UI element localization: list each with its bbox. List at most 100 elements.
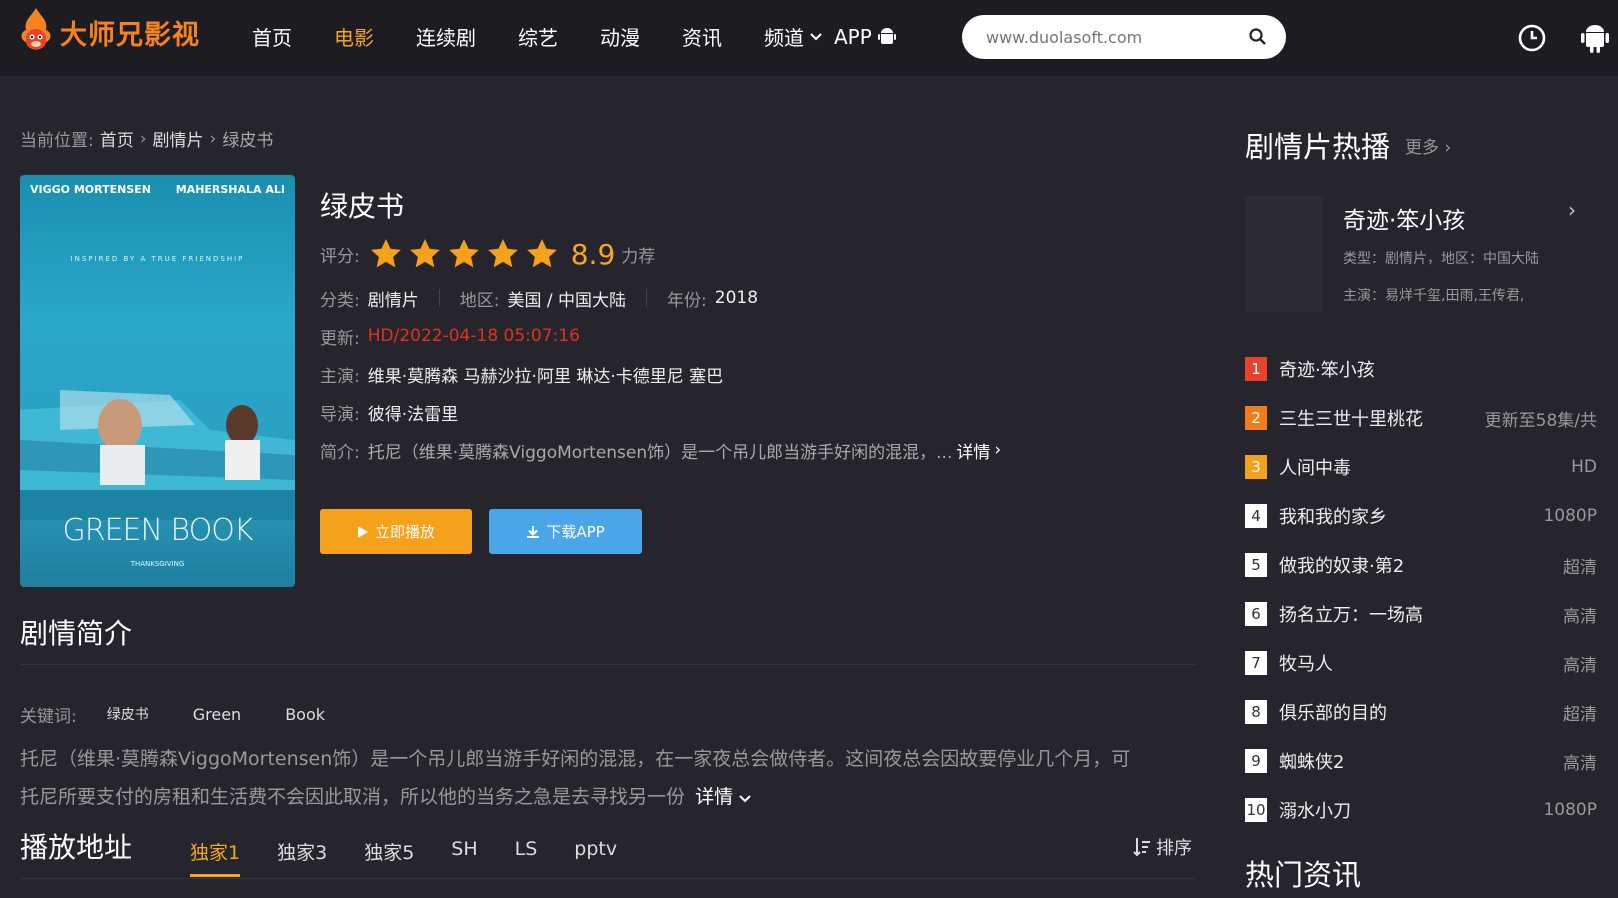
star-icon [487,239,518,268]
download-app-label: 下载APP [546,523,605,541]
breadcrumb-sep-icon: › [209,128,217,149]
search-input[interactable] [986,15,1236,59]
rank-item[interactable]: 6 扬名立万：一场高 高清 [1245,601,1597,627]
plot-section-title: 剧情简介 [20,617,133,650]
nav-home[interactable]: 首页 [252,22,292,51]
rank-number: 4 [1245,504,1267,528]
rating-score: 8.9 [570,237,616,271]
rank-item[interactable]: 10 溺水小刀 1080P [1245,797,1597,823]
breadcrumb: 当前位置: 首页 › 剧情片 › 绿皮书 [20,126,279,152]
plot-detail-link[interactable]: 详情 [695,786,733,808]
monkey-logo-icon [21,8,51,50]
nav-channel[interactable]: 频道 [764,22,822,51]
region-value[interactable]: 美国 / 中国大陆 [507,286,626,311]
year-value[interactable]: 2018 [715,288,758,308]
keywords-label: 关键词: [20,706,77,727]
source-tabs: 独家1 独家3 独家5 SH LS pptv [190,838,654,877]
rank-item[interactable]: 3 人间中毒 HD [1245,454,1597,480]
rating-row: 评分: 8.9 力荐 [320,237,1200,271]
tab-source[interactable]: SH [451,838,477,865]
year-label: 年份: [667,290,707,311]
hot-news-title: 热门资讯 [1245,858,1362,892]
intro-label: 简介: [320,442,360,463]
region-label: 地区: [459,290,500,311]
search-icon[interactable] [1248,27,1268,47]
nav-app[interactable]: APP [834,25,896,49]
rank-number: 7 [1245,651,1267,675]
movie-title: 绿皮书 [320,190,405,223]
play-now-button[interactable]: 立即播放 [320,509,472,554]
keyword-tag[interactable]: Green [179,701,255,728]
star-icon [526,239,557,268]
star-icon [409,239,440,268]
tab-source[interactable]: 独家5 [364,838,414,865]
section-divider [20,664,1195,665]
rank-status: 高清 [1563,606,1597,627]
nav-anime[interactable]: 动漫 [600,22,640,51]
rank-item[interactable]: 9 蜘蛛侠2 高清 [1245,748,1597,774]
site-logo[interactable]: 大师兄影视 [16,6,200,58]
tab-source[interactable]: 独家1 [190,838,241,877]
rank-item[interactable]: 4 我和我的家乡 1080P [1245,503,1597,529]
download-icon [527,525,540,538]
nav-movie[interactable]: 电影 [334,22,374,51]
director-row: 导演: 彼得·法雷里 [320,393,1200,431]
nav-variety[interactable]: 综艺 [518,22,558,51]
logo-text: 大师兄影视 [60,19,200,51]
nav-series[interactable]: 连续剧 [416,22,476,51]
meta-divider [646,289,648,307]
intro-detail-link[interactable]: 详情 [956,438,990,463]
tab-source[interactable]: pptv [574,838,617,865]
rank-title: 蜘蛛侠2 [1279,752,1345,773]
keyword-tag[interactable]: Book [271,701,339,728]
star-icon [448,239,479,268]
rank-number: 2 [1245,406,1267,430]
tab-source[interactable]: 独家3 [277,838,327,865]
nav-app-label: APP [834,24,872,49]
rank-status: 超清 [1563,704,1597,725]
rank-item[interactable]: 8 俱乐部的目的 超清 [1245,699,1597,725]
plot-line: 托尼（维果·莫腾森ViggoMortensen饰）是一个吊儿郎当游手好闲的混混，… [20,748,1131,770]
breadcrumb-category[interactable]: 剧情片 [153,126,204,151]
plot-text: 托尼（维果·莫腾森ViggoMortensen饰）是一个吊儿郎当游手好闲的混混，… [20,740,1200,816]
poster-sub: THANKSGIVING [130,560,185,568]
rank-status: 高清 [1563,655,1597,676]
download-app-button[interactable]: 下载APP [489,509,642,554]
rank-status: 更新至58集/共 [1484,410,1597,431]
rank-item[interactable]: 7 牧马人 高清 [1245,650,1597,676]
rank-item[interactable]: 1 奇迹·笨小孩 [1245,356,1597,382]
cast-value[interactable]: 维果·莫腾森 马赫沙拉·阿里 琳达·卡德里尼 塞巴 [368,362,723,387]
sidebar-more-link[interactable]: 更多 › [1405,133,1451,158]
android-app-icon[interactable] [1580,22,1610,54]
movie-poster[interactable]: VIGGO MORTENSEN MAHERSHALA ALI INSPIRED … [20,175,295,587]
category-value[interactable]: 剧情片 [368,286,419,311]
featured-title[interactable]: 奇迹·笨小孩 [1343,201,1465,235]
breadcrumb-sep-icon: › [139,128,147,149]
update-label: 更新: [320,328,360,349]
rank-item[interactable]: 2 三生三世十里桃花 更新至58集/共 [1245,405,1597,431]
meta-divider [438,289,440,307]
nav-news[interactable]: 资讯 [682,22,722,51]
rank-status: 1080P [1543,800,1597,820]
chevron-down-icon [739,795,751,803]
sort-icon [1133,838,1150,857]
sort-button[interactable]: 排序 [1133,834,1192,860]
director-value[interactable]: 彼得·法雷里 [368,400,458,425]
chevron-right-icon: › [994,440,1002,460]
tab-source[interactable]: LS [515,838,538,865]
rank-item[interactable]: 5 做我的奴隶·第2 超清 [1245,552,1597,578]
update-value: HD/2022-04-18 05:07:16 [367,326,580,346]
chevron-right-icon[interactable]: › [1568,198,1576,222]
keyword-tag[interactable]: 绿皮书 [93,700,163,728]
featured-thumbnail[interactable] [1245,196,1323,312]
history-clock-icon[interactable] [1517,23,1547,53]
breadcrumb-home[interactable]: 首页 [100,126,134,151]
rank-title: 三生三世十里桃花 [1279,409,1423,430]
poster-car-image [20,390,295,520]
rank-status: 超清 [1563,557,1597,578]
rank-title: 人间中毒 [1279,458,1351,479]
director-label: 导演: [320,404,360,425]
rank-title: 牧马人 [1279,654,1333,675]
section-divider [20,878,1195,879]
play-icon [357,525,368,538]
